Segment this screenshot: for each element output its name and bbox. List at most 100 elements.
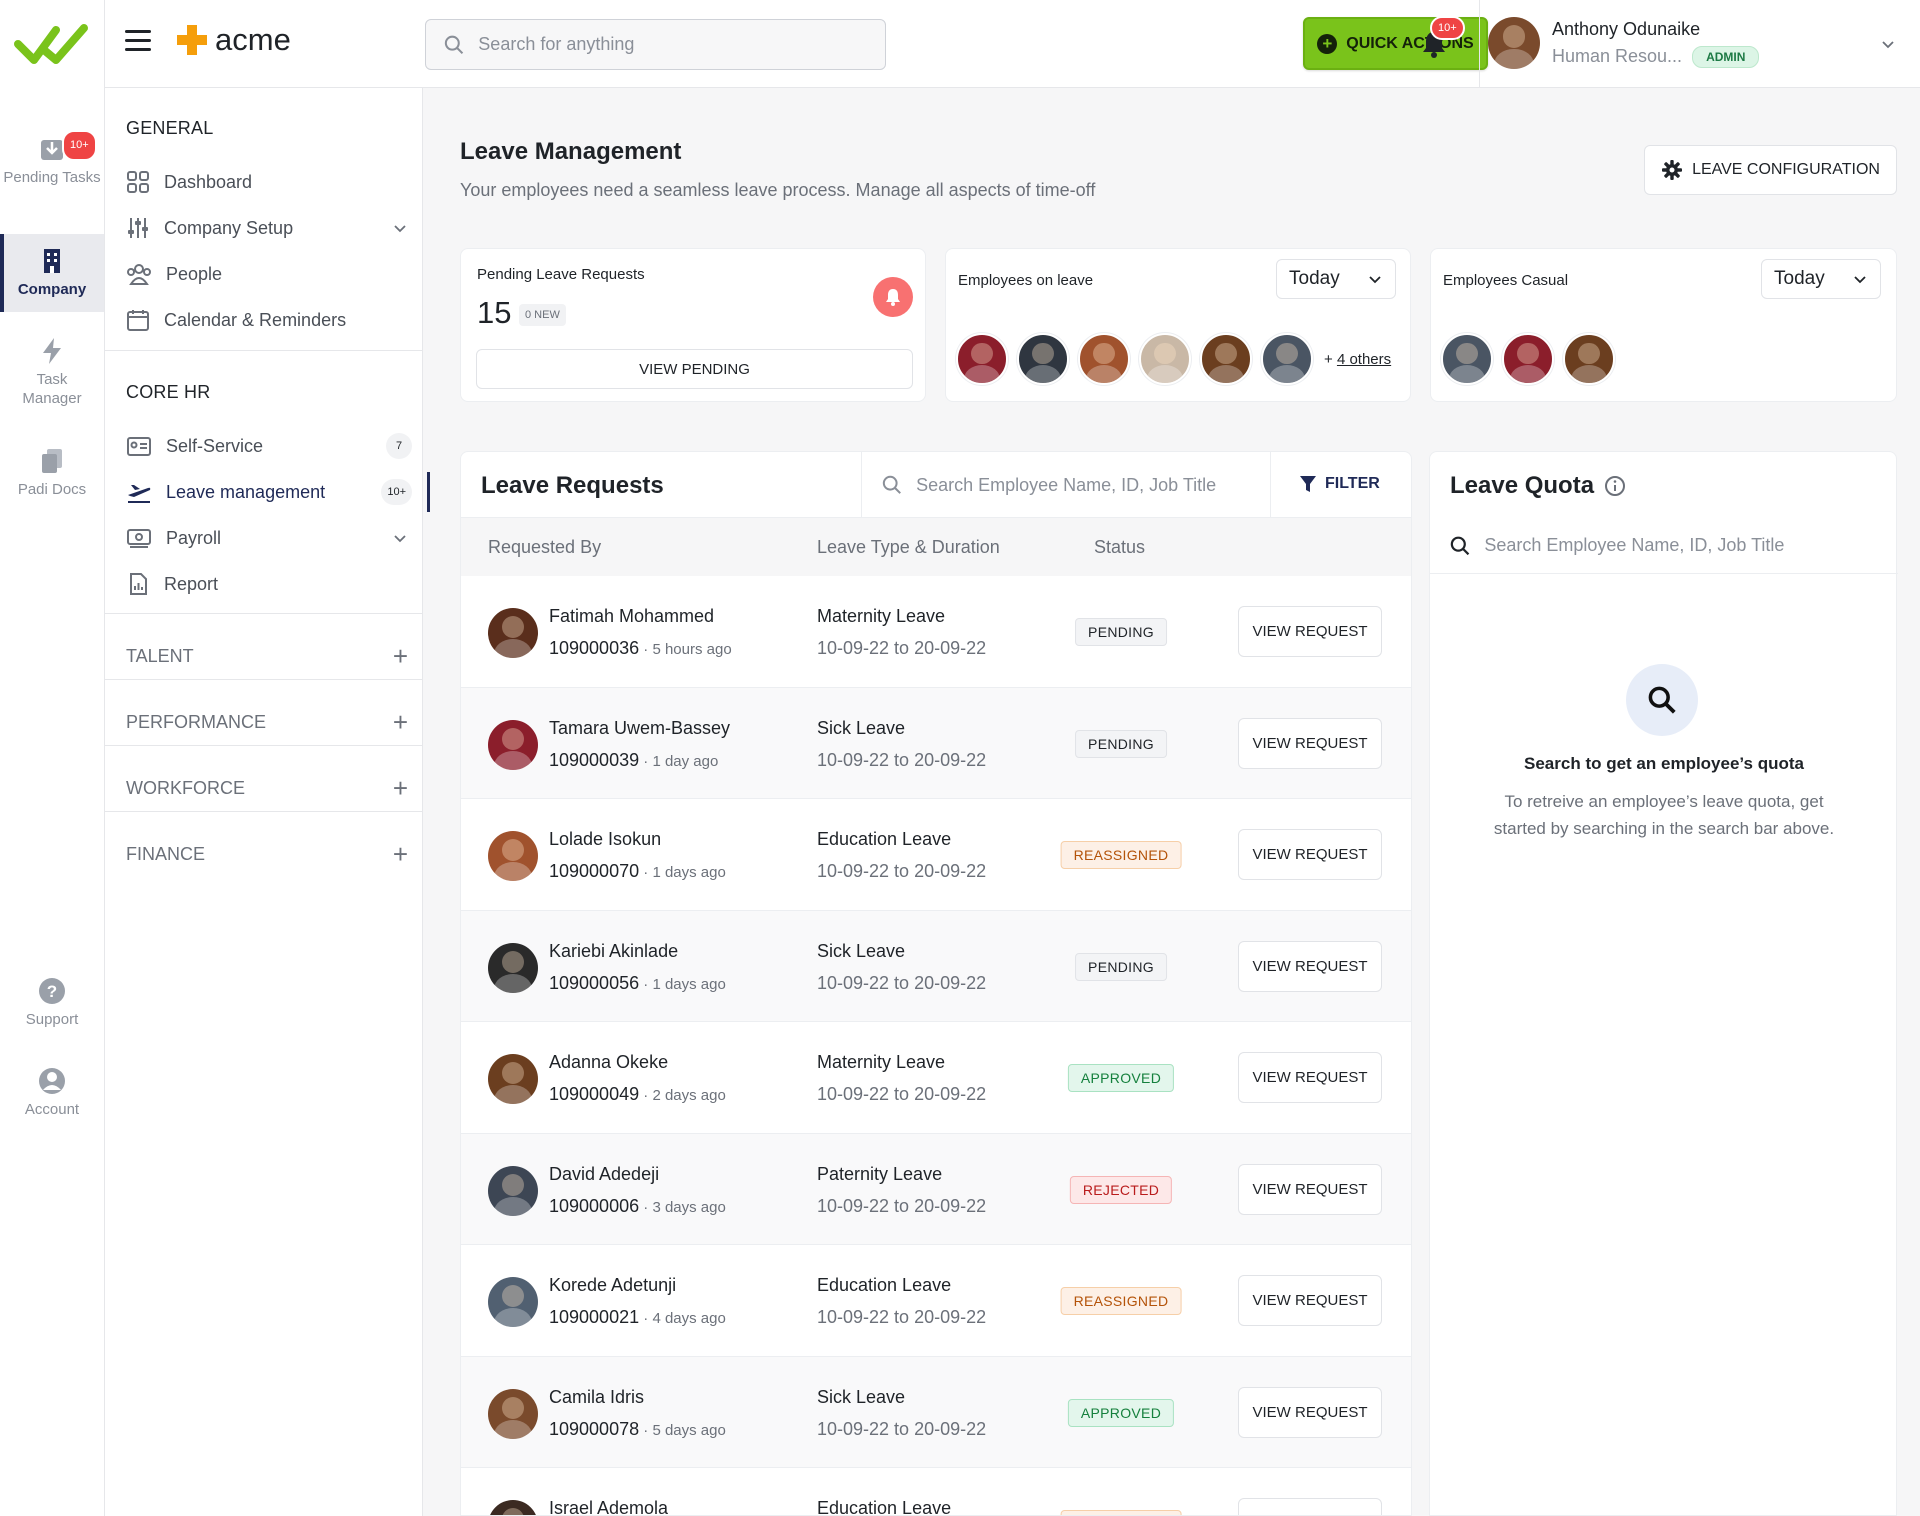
rail-task-manager[interactable]: Task Manager [0, 336, 104, 412]
request-time: · 5 hours ago [639, 641, 732, 658]
employee-name: Lolade Isokun [549, 829, 662, 849]
nav-category-performance[interactable]: PERFORMANCE + [126, 702, 416, 742]
request-time: · 1 days ago [639, 975, 726, 993]
chevron-down-icon [394, 535, 406, 543]
hamburger-menu-icon[interactable] [125, 30, 151, 56]
employee-avatar[interactable] [488, 831, 538, 881]
user-divider [1479, 0, 1480, 88]
global-search-input[interactable] [478, 34, 885, 55]
chevron-down-icon[interactable] [1880, 36, 1896, 52]
rail-company[interactable]: Company [0, 234, 104, 312]
leave-type: Maternity Leave [817, 606, 946, 626]
nav-category-talent[interactable]: TALENT + [126, 636, 416, 676]
employee-avatar[interactable] [488, 1500, 538, 1515]
rail-pending-tasks[interactable]: 10+ Pending Tasks [0, 130, 104, 214]
employees-on-leave-card: Employees on leave Today + 4 others [945, 248, 1411, 402]
view-request-button[interactable]: VIEW REQUEST [1238, 1498, 1382, 1515]
filter-button[interactable]: FILTER [1299, 474, 1380, 494]
leave-quota-title-text: Leave Quota [1450, 472, 1595, 499]
employee-avatar[interactable] [488, 608, 538, 658]
leave-requests-rows: Fatimah Mohammed 109000036 · 5 hours ago M… [461, 576, 1411, 1516]
employee-avatar[interactable] [1200, 333, 1252, 385]
view-request-button[interactable]: VIEW REQUEST [1238, 829, 1382, 880]
leave-configuration-button[interactable]: LEAVE CONFIGURATION [1644, 145, 1897, 195]
status-badge: REASSIGNED [1060, 1287, 1182, 1315]
employees-casual-card: Employees Casual Today [1430, 248, 1897, 402]
view-request-button[interactable]: VIEW REQUEST [1238, 1386, 1382, 1438]
filter-label: FILTER [1325, 475, 1380, 492]
employee-avatar[interactable] [1261, 333, 1313, 385]
nav-count-badge: 10+ [381, 479, 412, 505]
table-row: Camila Idris 109000078 · 5 days ago Sick L… [461, 1356, 1411, 1468]
user-avatar [1488, 17, 1540, 69]
nav-item-self-service[interactable]: Self-Service 7 [126, 426, 416, 466]
acme-plus-logo-icon [177, 25, 207, 55]
view-pending-button[interactable]: VIEW PENDING [476, 349, 913, 389]
nav-item-label: Calendar & Reminders [164, 309, 347, 330]
employee-avatar[interactable] [1017, 333, 1069, 385]
app-logo-icon[interactable] [14, 14, 90, 74]
leave-requests-header: Leave Requests FILTER [461, 452, 1411, 518]
employee-avatar[interactable] [1078, 333, 1130, 385]
nav-item-calendar[interactable]: Calendar & Reminders [126, 300, 416, 340]
leave-duration: 10-09-22 to 20-09-22 [817, 1084, 987, 1104]
view-request-button[interactable]: VIEW REQUEST [1238, 717, 1382, 769]
employee-avatar[interactable] [488, 719, 538, 770]
nav-category-finance[interactable]: FINANCE + [126, 834, 416, 874]
nav-category-label: TALENT [126, 645, 194, 666]
card-label: Employees on leave [958, 272, 1094, 289]
nav-item-leave-management[interactable]: Leave management 10+ [126, 472, 430, 512]
view-request-button[interactable]: VIEW REQUEST [1238, 1275, 1382, 1326]
view-request-button[interactable]: VIEW REQUEST [1238, 940, 1382, 992]
period-select[interactable]: Today [1761, 259, 1881, 299]
employee-avatar[interactable] [1563, 333, 1615, 385]
column-header: Leave Type & Duration [817, 537, 1000, 557]
rail-pending-badge: 10+ [62, 130, 97, 161]
leave-quota-title: Leave Quota [1450, 472, 1626, 500]
nav-item-label: Payroll [166, 527, 222, 548]
employee-avatar[interactable] [1441, 333, 1493, 385]
nav-item-dashboard[interactable]: Dashboard [126, 162, 416, 202]
employee-avatar[interactable] [1139, 333, 1191, 385]
plus-icon: + [392, 640, 408, 671]
empty-state-search-icon [1626, 664, 1698, 736]
rail-account[interactable]: Account [0, 1066, 104, 1122]
view-request-button[interactable]: VIEW REQUEST [1238, 606, 1382, 657]
leave-requests-search-input[interactable] [916, 474, 1270, 496]
leave-duration: 10-09-22 to 20-09-22 [817, 638, 987, 658]
others-link[interactable]: 4 others [1337, 351, 1391, 368]
employee-id: 109000070 · 1 days ago [549, 861, 726, 882]
info-icon[interactable] [1604, 475, 1626, 497]
nav-item-payroll[interactable]: Payroll [126, 518, 416, 558]
nav-item-people[interactable]: People [126, 254, 416, 294]
employee-avatar[interactable] [488, 1054, 538, 1104]
nav-item-report[interactable]: Report [126, 564, 416, 604]
employee-name: Israel Ademola [549, 1498, 669, 1516]
user-menu[interactable]: Anthony Odunaike Human Resou... ADMIN [1488, 17, 1760, 69]
nav-category-workforce[interactable]: WORKFORCE + [126, 768, 416, 808]
status-badge: PENDING [1075, 952, 1167, 981]
employee-avatar[interactable] [488, 1388, 538, 1439]
rail-support[interactable]: ? Support [0, 976, 104, 1032]
notification-badge: 10+ [1430, 16, 1465, 40]
plus-icon: + [392, 838, 408, 869]
brand[interactable]: acme [175, 22, 291, 58]
view-request-button[interactable]: VIEW REQUEST [1238, 1163, 1382, 1215]
employee-avatar[interactable] [488, 942, 538, 993]
leave-requests-search [861, 452, 1271, 518]
period-select[interactable]: Today [1276, 259, 1396, 299]
leave-duration: 10-09-22 to 20-09-22 [817, 749, 987, 770]
rail-padi-docs[interactable]: Padi Docs [0, 446, 104, 502]
employee-avatar[interactable] [488, 1277, 538, 1327]
employee-avatar[interactable] [1502, 333, 1554, 385]
view-request-button[interactable]: VIEW REQUEST [1238, 1052, 1382, 1103]
leave-quota-panel: Leave Quota Search to get an employee’s … [1429, 451, 1898, 1516]
nav-item-company-setup[interactable]: Company Setup [126, 208, 416, 248]
employee-avatar[interactable] [956, 333, 1008, 385]
employee-name: David Adedeji [549, 1163, 660, 1184]
leave-type: Education Leave [817, 1498, 952, 1516]
employee-avatar[interactable] [488, 1165, 538, 1216]
leave-quota-search-input[interactable] [1484, 535, 1898, 556]
leave-type: Sick Leave [817, 940, 906, 961]
rail-label: Account [24, 1101, 80, 1118]
